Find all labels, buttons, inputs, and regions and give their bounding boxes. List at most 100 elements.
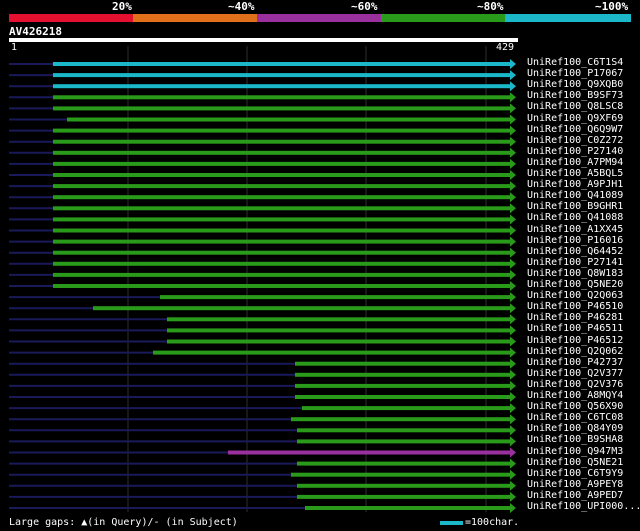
hit-aligned-bar[interactable] [53,95,510,100]
hit-arrow [510,81,516,92]
hit-label[interactable]: UniRef100_Q41088 [527,212,623,223]
hit-aligned-bar[interactable] [295,361,510,366]
hit-arrow [510,214,516,225]
hit-label[interactable]: UniRef100_A9PED7 [527,490,623,501]
hit-aligned-bar[interactable] [297,494,510,499]
hit-label[interactable]: UniRef100_C6T1S4 [527,57,623,68]
hit-label[interactable]: UniRef100_B9SF73 [527,90,623,101]
legend-label-80: ~80% [477,0,504,13]
hit-aligned-bar[interactable] [93,306,510,311]
hit-aligned-bar[interactable] [302,406,510,411]
hit-label[interactable]: UniRef100_P46512 [527,335,623,346]
hit-label[interactable]: UniRef100_P16016 [527,235,623,246]
legend-label-20: 20% [112,0,132,13]
hit-arrow [510,436,516,447]
hit-aligned-bar[interactable] [297,461,510,466]
hit-label[interactable]: UniRef100_A9PEY8 [527,479,623,490]
hit-label[interactable]: UniRef100_P27140 [527,146,623,157]
hit-label[interactable]: UniRef100_UPI000... [527,501,640,512]
hit-label[interactable]: UniRef100_Q84Y09 [527,423,623,434]
hit-label[interactable]: UniRef100_C0Z272 [527,135,623,146]
hit-label[interactable]: UniRef100_C6T9Y9 [527,468,623,479]
hit-aligned-bar[interactable] [53,228,510,233]
hit-arrow [510,458,516,469]
query-end: 429 [496,42,515,53]
hit-label[interactable]: UniRef100_A9PJH1 [527,179,623,190]
hit-aligned-bar[interactable] [297,428,510,433]
hit-label[interactable]: UniRef100_A8MQY4 [527,390,623,401]
hit-aligned-bar[interactable] [291,472,510,477]
hit-label[interactable]: UniRef100_Q41089 [527,190,623,201]
hit-aligned-bar[interactable] [53,161,510,166]
hit-arrow [510,192,516,203]
hit-aligned-bar[interactable] [53,195,510,200]
hit-label[interactable]: UniRef100_Q947M3 [527,446,623,457]
hit-label[interactable]: UniRef100_A7PM94 [527,157,623,168]
hit-label[interactable]: UniRef100_Q2Q063 [527,290,623,301]
hit-aligned-bar[interactable] [167,328,510,333]
hit-aligned-bar[interactable] [53,239,510,244]
hit-aligned-bar[interactable] [295,383,510,388]
hit-label[interactable]: UniRef100_Q2V376 [527,379,623,390]
hit-aligned-bar[interactable] [67,117,510,122]
hit-aligned-bar[interactable] [291,417,510,422]
hit-aligned-bar[interactable] [305,506,510,510]
hit-label[interactable]: UniRef100_A1XX45 [527,224,623,235]
hit-aligned-bar[interactable] [53,173,510,177]
hit-arrow [510,114,516,125]
hit-aligned-bar[interactable] [160,295,510,300]
hit-label[interactable]: UniRef100_P46510 [527,301,623,312]
hit-aligned-bar[interactable] [53,250,510,255]
hit-aligned-bar[interactable] [53,139,510,144]
hit-label[interactable]: UniRef100_Q5NE20 [527,279,623,290]
hit-aligned-bar[interactable] [53,106,510,111]
hit-aligned-bar[interactable] [53,184,510,189]
hit-label[interactable]: UniRef100_P27141 [527,257,623,268]
hit-label[interactable]: UniRef100_Q9XF69 [527,113,623,124]
hit-label[interactable]: UniRef100_P46281 [527,312,623,323]
hit-aligned-bar[interactable] [295,395,510,399]
hit-aligned-bar[interactable] [297,483,510,488]
gaps-legend: Large gaps: ▲(in Query)/- (in Subject) [9,517,238,528]
hit-aligned-bar[interactable] [167,339,510,344]
hit-aligned-bar[interactable] [228,450,510,455]
hit-aligned-bar[interactable] [167,317,510,322]
hit-label[interactable]: UniRef100_B9GHR1 [527,201,623,212]
hit-label[interactable]: UniRef100_P17067 [527,68,623,79]
hit-label[interactable]: UniRef100_Q9XQB0 [527,79,623,90]
hit-arrow [510,181,516,192]
hit-aligned-bar[interactable] [295,372,510,377]
hit-label[interactable]: UniRef100_C6TC08 [527,412,623,423]
hit-aligned-bar[interactable] [53,150,510,155]
hit-aligned-bar[interactable] [53,73,510,78]
hit-label[interactable]: UniRef100_Q2V377 [527,368,623,379]
hit-arrow [510,303,516,314]
hit-aligned-bar[interactable] [53,217,510,222]
hit-label[interactable]: UniRef100_B9SHA8 [527,434,623,445]
hit-aligned-bar[interactable] [53,84,510,89]
hit-aligned-bar[interactable] [53,261,510,266]
hit-aligned-bar[interactable] [53,272,510,277]
hit-aligned-bar[interactable] [53,206,510,211]
hit-aligned-bar[interactable] [53,284,510,288]
hit-arrow [510,336,516,347]
hit-aligned-bar[interactable] [53,62,510,66]
hit-label[interactable]: UniRef100_Q64452 [527,246,623,257]
hit-label[interactable]: UniRef100_Q5NE21 [527,457,623,468]
hit-label[interactable]: UniRef100_Q8W183 [527,268,623,279]
hit-aligned-bar[interactable] [153,350,510,355]
hit-aligned-bar[interactable] [297,439,510,444]
hit-label[interactable]: UniRef100_Q6Q9W7 [527,124,623,135]
hit-arrow [510,125,516,136]
hit-arrow [510,225,516,236]
hit-label[interactable]: UniRef100_A5BQL5 [527,168,623,179]
hit-label[interactable]: UniRef100_Q2Q062 [527,346,623,357]
hit-label[interactable]: UniRef100_P46511 [527,323,623,334]
hit-label[interactable]: UniRef100_Q8LSC8 [527,101,623,112]
hit-arrow [510,325,516,336]
hit-label[interactable]: UniRef100_Q56X90 [527,401,623,412]
hit-label[interactable]: UniRef100_P42737 [527,357,623,368]
hit-arrow [510,258,516,269]
hit-arrow [510,347,516,358]
hit-aligned-bar[interactable] [53,128,510,133]
